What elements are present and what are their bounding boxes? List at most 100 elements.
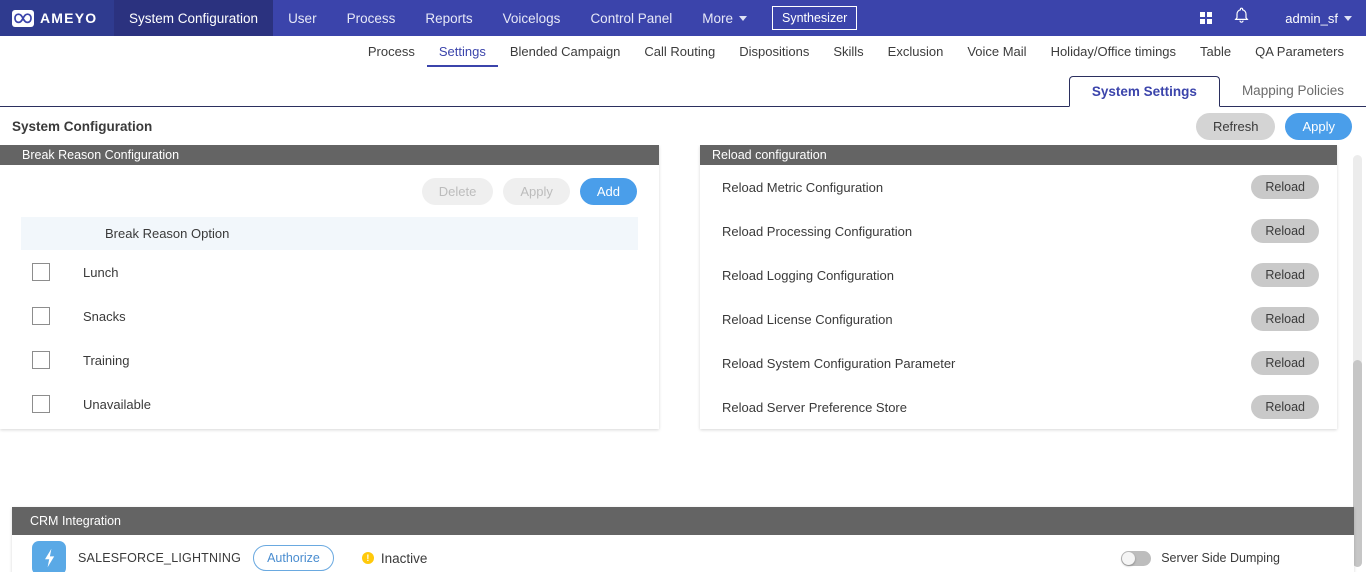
server-side-dumping-toggle[interactable] — [1121, 550, 1152, 566]
page-actions: Refresh Apply — [1195, 112, 1352, 140]
nav-item-more[interactable]: More — [687, 0, 762, 36]
nav-label: User — [288, 10, 317, 26]
authorize-button[interactable]: Authorize — [253, 545, 334, 571]
nav-label: Reports — [425, 10, 473, 26]
subnav-item-process[interactable]: Process — [356, 36, 427, 67]
page-title-bar: System Configuration Refresh Apply — [0, 107, 1366, 145]
break-reason-column-header: Break Reason Option — [21, 217, 638, 250]
reload-label: Reload System Configuration Parameter — [722, 355, 956, 371]
break-reason-label: Snacks — [83, 308, 126, 324]
scrollbar-thumb[interactable] — [1353, 360, 1362, 567]
subnav-item-qa-parameters[interactable]: QA Parameters — [1243, 36, 1356, 67]
user-name: admin_sf — [1285, 10, 1338, 26]
reload-row: Reload License Configuration Reload — [700, 297, 1337, 341]
table-row[interactable]: Training — [0, 338, 659, 382]
row-checkbox[interactable] — [32, 307, 50, 325]
grid-apps-icon[interactable] — [1200, 12, 1213, 24]
reload-row: Reload Logging Configuration Reload — [700, 253, 1337, 297]
synthesizer-button[interactable]: Synthesizer — [772, 6, 858, 30]
table-row[interactable]: Lunch — [0, 250, 659, 294]
brand-logo[interactable]: AMEYO — [0, 0, 114, 36]
refresh-button[interactable]: Refresh — [1195, 112, 1276, 140]
nav-label: More — [702, 10, 734, 26]
warning-status-icon: ! — [361, 552, 374, 564]
reload-label: Reload Server Preference Store — [722, 399, 907, 415]
delete-button[interactable]: Delete — [421, 178, 494, 205]
reload-configuration-panel: Reload configuration Reload Metric Confi… — [700, 145, 1337, 429]
infinity-logo-icon — [12, 9, 34, 27]
nav-item-voicelogs[interactable]: Voicelogs — [488, 0, 576, 36]
reload-label: Reload Processing Configuration — [722, 223, 913, 239]
subnav-item-dispositions[interactable]: Dispositions — [727, 36, 821, 67]
chevron-down-icon — [739, 15, 748, 21]
tab-mapping-policies[interactable]: Mapping Policies — [1220, 76, 1366, 106]
reload-metric-configuration-button[interactable]: Reload — [1251, 175, 1319, 199]
crm-section-header: CRM Integration — [12, 507, 1354, 535]
break-reason-label: Unavailable — [83, 396, 151, 412]
nav-label: Process — [346, 10, 396, 26]
top-nav-right-actions: admin_sf — [1200, 0, 1366, 36]
break-reason-label: Lunch — [83, 264, 119, 280]
break-reason-apply-button[interactable]: Apply — [503, 178, 570, 205]
crm-integration-panel: CRM Integration SALESFORCE_LIGHTNING Aut… — [12, 507, 1354, 572]
user-menu[interactable]: admin_sf — [1285, 11, 1352, 26]
reload-label: Reload Logging Configuration — [722, 267, 895, 283]
reload-server-preference-store-button[interactable]: Reload — [1251, 395, 1319, 419]
reload-system-configuration-parameter-button[interactable]: Reload — [1251, 351, 1319, 375]
server-side-dumping-label: Server Side Dumping — [1161, 551, 1280, 565]
reload-license-configuration-button[interactable]: Reload — [1251, 307, 1319, 331]
break-reason-label: Training — [83, 352, 130, 368]
subnav-item-skills[interactable]: Skills — [821, 36, 875, 67]
reload-label: Reload Metric Configuration — [722, 179, 884, 195]
main-content-area: Break Reason Configuration Delete Apply … — [0, 145, 1366, 572]
nav-item-control-panel[interactable]: Control Panel — [575, 0, 687, 36]
subnav-item-voice-mail[interactable]: Voice Mail — [955, 36, 1038, 67]
nav-label: Voicelogs — [502, 10, 561, 26]
row-checkbox[interactable] — [32, 395, 50, 413]
reload-logging-configuration-button[interactable]: Reload — [1251, 263, 1319, 287]
table-row[interactable]: Snacks — [0, 294, 659, 338]
subnav-item-call-routing[interactable]: Call Routing — [632, 36, 727, 67]
top-navigation-bar: AMEYO System Configuration User Process … — [0, 0, 1366, 36]
primary-nav-items: System Configuration User Process Report… — [114, 0, 858, 36]
reload-row: Reload Server Preference Store Reload — [700, 385, 1337, 429]
break-reason-actions: Delete Apply Add — [0, 165, 659, 217]
salesforce-lightning-bolt-icon — [32, 541, 66, 572]
nav-label: System Configuration — [129, 10, 259, 26]
reload-row: Reload System Configuration Parameter Re… — [700, 341, 1337, 385]
subnav-item-exclusion[interactable]: Exclusion — [876, 36, 956, 67]
row-checkbox[interactable] — [32, 263, 50, 281]
crm-integration-row: SALESFORCE_LIGHTNING Authorize ! Inactiv… — [12, 535, 1354, 572]
page-title: System Configuration — [12, 118, 153, 134]
chevron-down-icon — [1344, 15, 1352, 21]
reload-section-header: Reload configuration — [700, 145, 1337, 165]
row-checkbox[interactable] — [32, 351, 50, 369]
add-button[interactable]: Add — [579, 178, 637, 205]
nav-item-process[interactable]: Process — [332, 0, 411, 36]
status-badge: ! Inactive — [361, 550, 428, 566]
reload-row: Reload Metric Configuration Reload — [700, 165, 1337, 209]
server-side-dumping-control: Server Side Dumping — [1121, 550, 1342, 566]
secondary-navigation: Process Settings Blended Campaign Call R… — [0, 36, 1366, 67]
brand-name: AMEYO — [40, 10, 98, 26]
nav-item-reports[interactable]: Reports — [410, 0, 487, 36]
nav-item-system-configuration[interactable]: System Configuration — [114, 0, 274, 36]
apply-button[interactable]: Apply — [1285, 112, 1352, 140]
subnav-item-table[interactable]: Table — [1188, 36, 1243, 67]
subnav-item-blended-campaign[interactable]: Blended Campaign — [498, 36, 633, 67]
toggle-knob — [1122, 551, 1136, 565]
tab-system-settings[interactable]: System Settings — [1068, 76, 1220, 107]
crm-status-text: Inactive — [380, 550, 428, 566]
reload-row: Reload Processing Configuration Reload — [700, 209, 1337, 253]
table-row[interactable]: Unavailable — [0, 382, 659, 426]
tab-bar: System Settings Mapping Policies — [0, 67, 1366, 107]
reload-processing-configuration-button[interactable]: Reload — [1251, 219, 1319, 243]
subnav-item-holiday-office-timings[interactable]: Holiday/Office timings — [1039, 36, 1188, 67]
subnav-item-settings[interactable]: Settings — [426, 36, 498, 67]
nav-item-user[interactable]: User — [273, 0, 332, 36]
panel-row: Break Reason Configuration Delete Apply … — [0, 145, 1366, 429]
nav-label: Control Panel — [590, 10, 673, 26]
vertical-scrollbar[interactable] — [1353, 155, 1362, 567]
notification-bell-icon[interactable] — [1234, 7, 1249, 29]
crm-provider-name: SALESFORCE_LIGHTNING — [78, 551, 242, 565]
